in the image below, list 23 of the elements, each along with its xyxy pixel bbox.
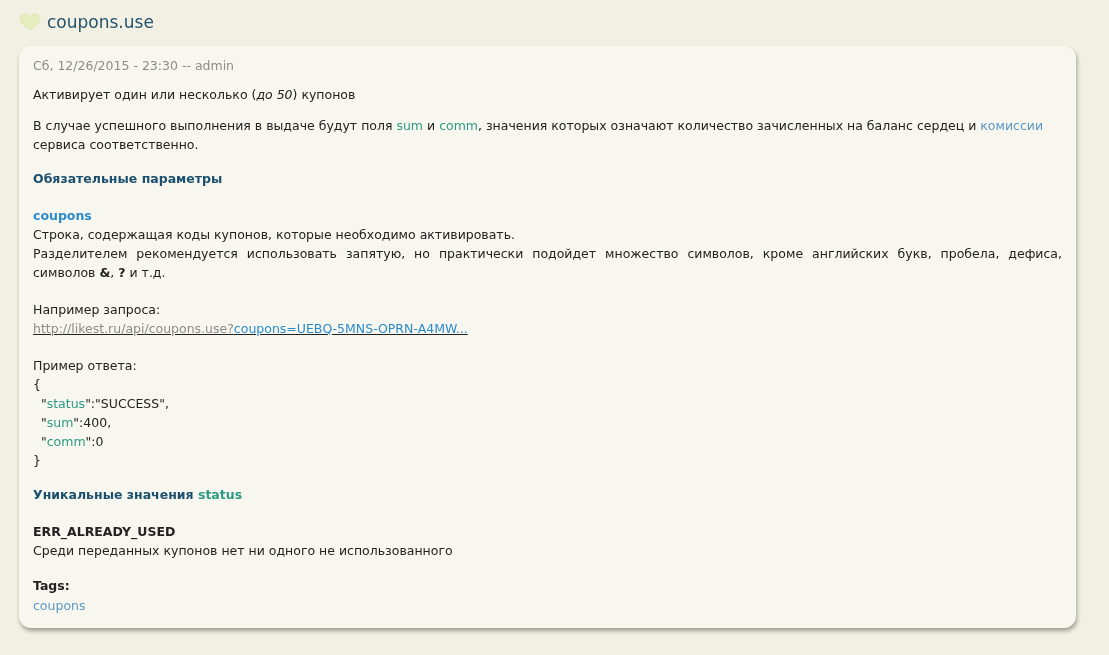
section-heading: Обязательные параметры [33,170,224,188]
response-label: Пример ответа: [33,357,138,375]
error-code: ERR_ALREADY_USED [33,523,177,541]
request-link[interactable]: http://likest.ru/api/coupons.use?coupons=UEBQ-5MNS-OPRN-A4MW... [33,321,468,336]
summary-text: Активирует один или несколько (до 50) купонов [33,86,357,104]
code-line: "status":"SUCCESS", [39,395,170,413]
param-description: Разделителем рекомендуется использовать запятую, но практически подойдет множество символов, кроме английских букв, пробела, дефиса, символов &, ? и т.д. [33,245,1062,282]
param-name: coupons [33,207,93,225]
heart-icon [19,12,41,31]
error-description: Среди переданных купонов нет ни одного не использованного [33,542,454,560]
section-heading: Уникальные значения status [33,486,244,504]
code-line: "sum":400, [39,414,113,432]
commission-link[interactable]: комиссии [980,118,1044,133]
param-description: Строка, содержащая коды купонов, которые необходимо активировать. [33,226,516,244]
tags-label: Tags: [33,577,71,595]
page-title[interactable]: coupons.use [47,11,154,32]
code-line: "comm":0 [39,433,105,451]
request-label: Например запроса: [33,301,162,319]
post-meta: Сб, 12/26/2015 - 23:30 -- admin [33,57,236,75]
tag-link[interactable]: coupons [33,598,86,613]
code-line: } [33,452,42,470]
code-line: { [33,376,42,394]
description-text: В случае успешного выполнения в выдаче будут поля sum и comm, значения которых означают количество зачисленных на баланс сердец и комиссии сервиса соответственно. [33,117,1045,154]
